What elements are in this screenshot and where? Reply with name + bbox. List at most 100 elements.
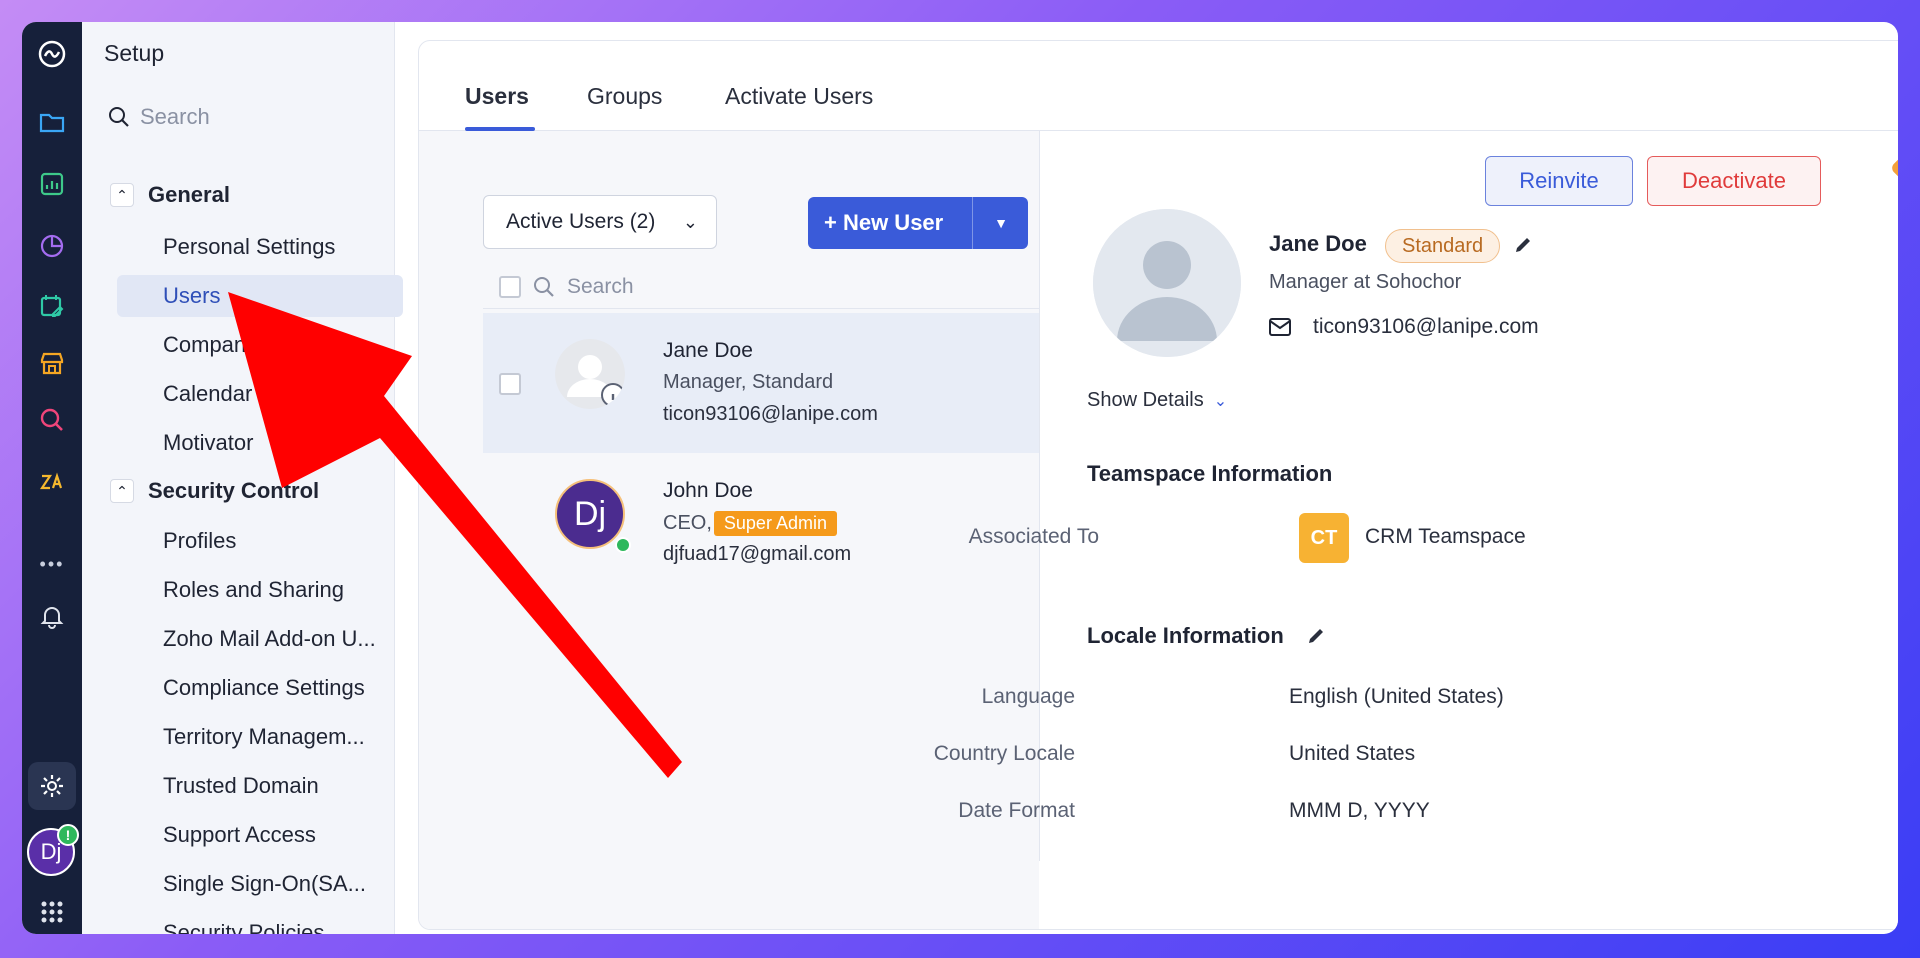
- notification-badge: !: [57, 824, 79, 846]
- user-name: Jane Doe: [663, 339, 753, 362]
- setup-sidebar: Setup Search ⌃ General Personal Settings…: [82, 22, 403, 934]
- teamspace-title-text: Teamspace Information: [1087, 461, 1333, 486]
- user-name: John Doe: [663, 479, 753, 502]
- sidebar-item-calendar[interactable]: Calendar: [117, 373, 403, 415]
- tab-activate-users[interactable]: Activate Users: [725, 83, 873, 110]
- tab-users[interactable]: Users: [465, 83, 529, 110]
- zia-icon[interactable]: [22, 462, 82, 502]
- language-value: English (United States): [1289, 685, 1504, 708]
- profile-badge: Standard: [1385, 229, 1501, 263]
- group-security-label: Security Control: [148, 478, 320, 503]
- reports-icon[interactable]: [22, 164, 82, 204]
- date-format-label: Date Format: [958, 799, 1075, 822]
- show-details-label: Show Details: [1087, 389, 1204, 411]
- gear-icon: [41, 775, 63, 797]
- more-icon[interactable]: •••: [22, 544, 82, 584]
- teamspace-name[interactable]: CRM Teamspace: [1365, 525, 1526, 549]
- user-profile-photo[interactable]: [1093, 209, 1241, 357]
- deactivate-button[interactable]: Deactivate: [1647, 156, 1821, 206]
- user-email: djfuad17@gmail.com: [663, 543, 852, 565]
- users-panel: Users Groups Activate Users Active Users…: [418, 40, 1898, 930]
- show-details-toggle[interactable]: Show Details ⌄: [1087, 389, 1227, 412]
- row-checkbox[interactable]: [499, 373, 521, 395]
- user-avatar: Dj: [555, 479, 625, 549]
- new-user-button[interactable]: + New User ▼: [808, 197, 1028, 249]
- apps-grid-icon[interactable]: [22, 892, 82, 932]
- user-filter-dropdown[interactable]: Active Users (2) ⌄: [483, 195, 717, 249]
- sidebar-item-personal-settings[interactable]: Personal Settings: [117, 226, 403, 268]
- profile-avatar[interactable]: Dj !: [27, 824, 79, 876]
- search-analytics-icon[interactable]: [22, 400, 82, 440]
- new-user-label: + New User: [824, 210, 944, 235]
- sidebar-item-territory-management[interactable]: Territory Managem...: [117, 716, 403, 758]
- app-rail: ••• Dj !: [22, 22, 82, 934]
- user-search[interactable]: Search: [483, 265, 1039, 309]
- mail-icon: [1269, 318, 1291, 336]
- locale-title-text: Locale Information: [1087, 623, 1284, 648]
- user-role: CEO, Super Admin: [663, 511, 837, 536]
- user-email: ticon93106@lanipe.com: [663, 403, 878, 425]
- chevron-up-icon: ⌃: [110, 183, 134, 207]
- user-row-jane[interactable]: Jane Doe Manager, Standard ticon93106@la…: [483, 313, 1039, 453]
- sidebar-item-security-policies[interactable]: Security Policies: [117, 912, 403, 934]
- teamspace-avatar: CT: [1299, 513, 1349, 563]
- group-general[interactable]: ⌃ General: [110, 182, 230, 208]
- user-row-john[interactable]: Dj John Doe CEO, Super Admin djfuad17@gm…: [483, 453, 1039, 593]
- calendar-edit-icon[interactable]: [22, 286, 82, 326]
- language-label: Language: [981, 685, 1075, 708]
- tab-groups[interactable]: Groups: [587, 83, 662, 110]
- store-icon[interactable]: [22, 344, 82, 384]
- avatar-initials: Dj: [573, 494, 607, 533]
- detail-user-role: Manager at Sohochor: [1269, 271, 1462, 293]
- locale-section-title: Locale Information: [1087, 623, 1326, 649]
- sidebar-item-roles-and-sharing[interactable]: Roles and Sharing: [117, 569, 403, 611]
- sidebar-item-single-sign-on[interactable]: Single Sign-On(SA...: [117, 863, 403, 905]
- chevron-up-icon: ⌃: [110, 479, 134, 503]
- bell-icon[interactable]: [22, 596, 82, 636]
- group-general-label: General: [148, 182, 230, 207]
- sidebar-item-company-settings[interactable]: Company Settings: [117, 324, 403, 366]
- setup-search-placeholder: Search: [140, 104, 210, 129]
- settings-button[interactable]: [28, 762, 76, 810]
- search-icon: [534, 276, 554, 297]
- button-split: [972, 197, 973, 249]
- teamspace-section-title: Teamspace Information: [1087, 461, 1332, 487]
- chevron-down-icon: ⌄: [682, 212, 698, 232]
- sidebar-item-users[interactable]: Users: [117, 275, 403, 317]
- user-role: Manager, Standard: [663, 371, 834, 393]
- zoho-logo-icon[interactable]: [22, 34, 82, 74]
- tab-bar: Users Groups Activate Users: [419, 41, 1898, 131]
- user-filter-label: Active Users (2): [506, 210, 656, 233]
- select-all-checkbox[interactable]: [499, 275, 521, 298]
- profile-initials: Dj: [40, 839, 62, 864]
- pencil-icon[interactable]: [1513, 235, 1533, 255]
- avatar-placeholder-icon: [555, 339, 625, 409]
- country-locale-label: Country Locale: [933, 742, 1075, 765]
- sidebar-item-profiles[interactable]: Profiles: [117, 520, 403, 562]
- detail-email-text: ticon93106@lanipe.com: [1313, 315, 1539, 338]
- sidebar-item-compliance-settings[interactable]: Compliance Settings: [117, 667, 403, 709]
- chevron-down-icon: ⌄: [1213, 392, 1228, 410]
- reinvite-button[interactable]: Reinvite: [1485, 156, 1633, 206]
- app-window: ••• Dj ! Setup Search ⌃ General Personal…: [22, 22, 1898, 934]
- associated-to-label: Associated To: [968, 525, 1099, 548]
- folder-icon[interactable]: [22, 102, 82, 142]
- setup-search[interactable]: Search: [108, 104, 210, 130]
- sidebar-item-zoho-mail-addon[interactable]: Zoho Mail Add-on U...: [117, 618, 403, 660]
- user-search-placeholder: Search: [567, 274, 634, 298]
- super-admin-badge: Super Admin: [713, 511, 837, 536]
- country-locale-value: United States: [1289, 742, 1416, 765]
- setup-title: Setup: [104, 40, 165, 66]
- search-icon: [109, 107, 129, 127]
- analytics-icon[interactable]: [22, 226, 82, 266]
- group-security-control[interactable]: ⌃ Security Control: [110, 478, 319, 504]
- sidebar-item-motivator[interactable]: Motivator: [117, 422, 403, 464]
- online-status-dot: [615, 537, 631, 553]
- detail-user-email: ticon93106@lanipe.com: [1269, 315, 1539, 339]
- date-format-value: MMM D, YYYY: [1289, 799, 1430, 822]
- pencil-icon[interactable]: [1306, 626, 1326, 646]
- caret-down-icon[interactable]: ▼: [994, 197, 1008, 249]
- sidebar-item-trusted-domain[interactable]: Trusted Domain: [117, 765, 403, 807]
- sidebar-item-support-access[interactable]: Support Access: [117, 814, 403, 856]
- detail-user-name: Jane Doe: [1269, 231, 1367, 256]
